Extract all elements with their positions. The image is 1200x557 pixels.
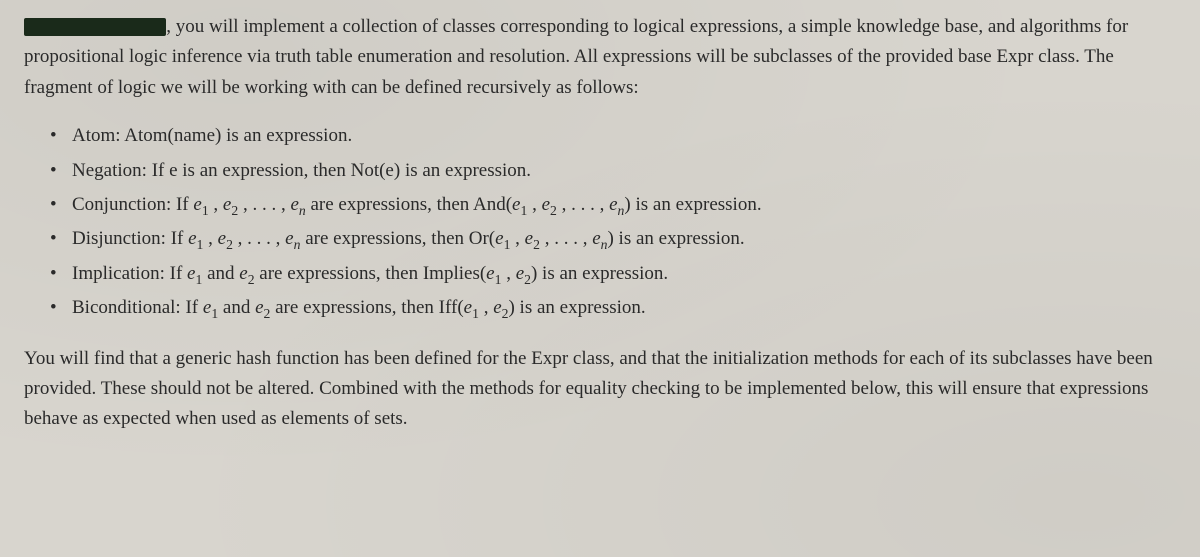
bullet-body: If e1 , e2 , . . . , en are expressions,… [166,228,745,249]
bullet-label: Implication: [72,263,165,284]
outro-paragraph: You will find that a generic hash functi… [24,344,1176,435]
list-item: Negation: If e is an expression, then No… [50,156,1176,186]
bullet-label: Negation: [72,160,147,181]
bullet-label: Atom: [72,125,121,146]
list-item: Implication: If e1 and e2 are expression… [50,259,1176,289]
definition-list: Atom: Atom(name) is an expression. Negat… [50,121,1176,323]
bullet-body: If e1 , e2 , . . . , en are expressions,… [171,194,761,215]
bullet-body: If e1 and e2 are expressions, then Impli… [165,263,668,284]
redacted-text: In this assignment [24,18,166,36]
list-item: Conjunction: If e1 , e2 , . . . , en are… [50,190,1176,220]
bullet-body: If e is an expression, then Not(e) is an… [147,160,531,181]
bullet-label: Biconditional: [72,297,181,318]
list-item: Disjunction: If e1 , e2 , . . . , en are… [50,224,1176,254]
bullet-body: Atom(name) is an expression. [121,125,353,146]
list-item: Biconditional: If e1 and e2 are expressi… [50,293,1176,323]
list-item: Atom: Atom(name) is an expression. [50,121,1176,151]
intro-paragraph: In this assignment, you will implement a… [24,12,1176,103]
bullet-label: Conjunction: [72,194,171,215]
bullet-label: Disjunction: [72,228,166,249]
bullet-body: If e1 and e2 are expressions, then Iff(e… [181,297,646,318]
intro-text: , you will implement a collection of cla… [24,16,1128,98]
